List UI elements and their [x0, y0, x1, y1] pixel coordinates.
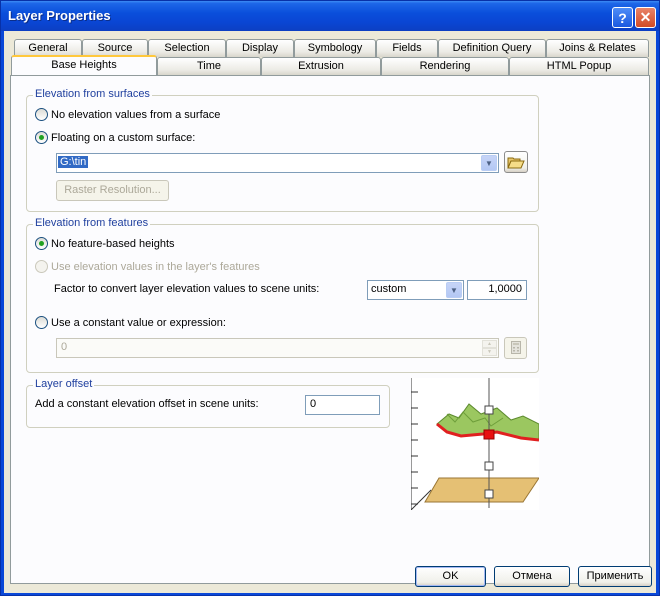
- use-feature-values-radio[interactable]: Use elevation values in the layer's feat…: [35, 260, 260, 273]
- tab-definition-query[interactable]: Definition Query: [438, 39, 546, 57]
- question-icon: ?: [618, 9, 627, 26]
- title-bar[interactable]: Layer Properties ? ✕: [1, 1, 659, 31]
- tab-html-popup[interactable]: HTML Popup: [509, 57, 649, 75]
- floating-surface-radio[interactable]: Floating on a custom surface:: [35, 131, 195, 144]
- help-button[interactable]: ?: [612, 7, 633, 28]
- tab-rendering[interactable]: Rendering: [381, 57, 509, 75]
- spin-up-icon[interactable]: ▲: [482, 340, 497, 348]
- no-feature-heights-label: No feature-based heights: [51, 237, 175, 250]
- base-heights-preview: [410, 378, 540, 511]
- radio-button[interactable]: [35, 260, 48, 273]
- chevron-down-icon[interactable]: ▼: [481, 155, 497, 171]
- apply-button[interactable]: Применить: [578, 566, 652, 587]
- tab-time[interactable]: Time: [157, 57, 261, 75]
- close-button[interactable]: ✕: [635, 7, 656, 28]
- no-elevation-label: No elevation values from a surface: [51, 108, 221, 121]
- surfaces-group: Elevation from surfaces No elevation val…: [26, 88, 539, 212]
- radio-button[interactable]: [35, 131, 48, 144]
- ok-button[interactable]: OK: [415, 566, 486, 587]
- no-elevation-radio[interactable]: No elevation values from a surface: [35, 108, 220, 121]
- browse-surface-button[interactable]: [504, 151, 528, 173]
- constant-spinner[interactable]: ▲ ▼: [482, 340, 497, 356]
- calculator-icon: [510, 341, 521, 354]
- constant-expression-field[interactable]: 0 ▲ ▼: [56, 338, 499, 358]
- surfaces-group-title: Elevation from surfaces: [33, 88, 152, 100]
- radio-button[interactable]: [35, 316, 48, 329]
- surface-select[interactable]: G:\tin ▼: [56, 153, 499, 173]
- offset-field[interactable]: 0: [305, 395, 380, 415]
- use-feature-values-label: Use elevation values in the layer's feat…: [51, 260, 260, 273]
- constant-value-radio[interactable]: Use a constant value or expression:: [35, 316, 226, 329]
- tab-selection[interactable]: Selection: [148, 39, 226, 57]
- surface-value: G:\tin: [58, 156, 89, 168]
- unit-select[interactable]: custom ▼: [367, 280, 464, 300]
- unit-value: custom: [371, 283, 407, 295]
- floating-surface-label: Floating on a custom surface:: [51, 131, 196, 144]
- spin-down-icon[interactable]: ▼: [482, 348, 497, 356]
- features-group-title: Elevation from features: [33, 217, 151, 229]
- tab-extrusion[interactable]: Extrusion: [261, 57, 381, 75]
- dialog-client: General Source Selection Display Symbolo…: [4, 31, 656, 593]
- offset-group: Layer offset Add a constant elevation of…: [26, 378, 390, 428]
- constant-value-label: Use a constant value or expression:: [51, 316, 226, 329]
- open-folder-icon: [507, 157, 525, 169]
- constant-value: 0: [61, 341, 68, 353]
- features-group: Elevation from features No feature-based…: [26, 217, 539, 373]
- chevron-down-icon[interactable]: ▼: [446, 282, 462, 298]
- raster-resolution-button[interactable]: Raster Resolution...: [56, 180, 169, 201]
- radio-button[interactable]: [35, 237, 48, 250]
- tab-display[interactable]: Display: [226, 39, 294, 57]
- factor-field[interactable]: 1,0000: [467, 280, 527, 300]
- tab-symbology[interactable]: Symbology: [294, 39, 376, 57]
- expression-builder-button[interactable]: [504, 337, 527, 359]
- tab-base-heights[interactable]: Base Heights: [11, 55, 157, 75]
- offset-group-title: Layer offset: [33, 378, 95, 390]
- tab-fields[interactable]: Fields: [376, 39, 438, 57]
- offset-label: Add a constant elevation offset in scene…: [35, 398, 259, 410]
- no-feature-heights-radio[interactable]: No feature-based heights: [35, 237, 175, 250]
- terrain-preview-icon: [410, 378, 540, 511]
- close-icon: ✕: [639, 9, 652, 25]
- window-title: Layer Properties: [8, 8, 111, 23]
- factor-label: Factor to convert layer elevation values…: [54, 283, 320, 295]
- base-heights-panel: Elevation from surfaces No elevation val…: [10, 75, 650, 584]
- radio-button[interactable]: [35, 108, 48, 121]
- layer-properties-window: Layer Properties ? ✕ General Source Sele…: [0, 0, 660, 596]
- tab-joins-relates[interactable]: Joins & Relates: [546, 39, 649, 57]
- cancel-button[interactable]: Отмена: [494, 566, 570, 587]
